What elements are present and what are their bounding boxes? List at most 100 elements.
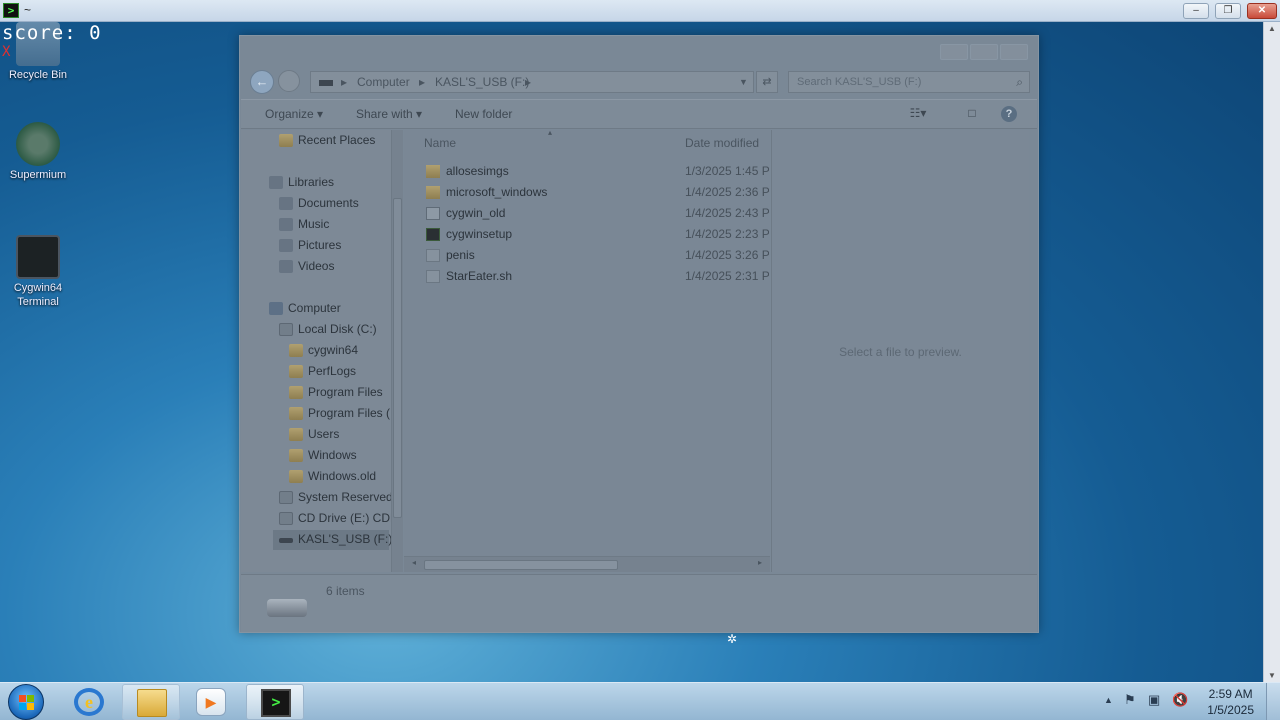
address-bar[interactable]: ▸ Computer ▸ KASL'S_USB (F:) ▸ ▼: [310, 71, 754, 93]
nav-windows-old[interactable]: Windows.old: [289, 467, 389, 487]
file-list: Name ▴ Date modified allosesimgs 1/3/2025…: [404, 128, 770, 572]
nav-users[interactable]: Users: [289, 425, 389, 445]
breadcrumb-separator-icon: ▸: [525, 75, 532, 89]
search-input[interactable]: Search KASL'S_USB (F:) ⌕: [788, 71, 1030, 93]
scroll-left-icon[interactable]: ◂: [412, 558, 416, 567]
column-date-modified[interactable]: Date modified: [685, 136, 759, 150]
cygwin-icon: >: [261, 689, 291, 717]
preview-pane: Select a file to preview.: [771, 130, 1029, 572]
blank-file-icon: [426, 270, 440, 283]
help-icon[interactable]: ?: [1001, 106, 1017, 122]
file-row[interactable]: microsoft_windows1/4/2025 2:36 PM: [424, 183, 769, 203]
taskbar-internet-explorer[interactable]: e: [60, 684, 118, 720]
scrollbar-thumb[interactable]: [393, 198, 402, 518]
scroll-down-icon[interactable]: ▼: [1268, 671, 1276, 680]
explorer-close-button[interactable]: [1000, 44, 1028, 60]
taskbar-media-player[interactable]: ▶: [182, 684, 240, 720]
file-row[interactable]: penis1/4/2025 3:26 PM: [424, 246, 769, 266]
close-button[interactable]: ✕: [1247, 3, 1277, 19]
usb-drive-icon: [267, 599, 307, 617]
nav-cygwin64[interactable]: cygwin64: [289, 341, 389, 361]
nav-windows[interactable]: Windows: [289, 446, 389, 466]
refresh-icon[interactable]: ⇄: [756, 71, 778, 93]
nav-videos[interactable]: Videos: [279, 257, 389, 277]
internet-explorer-icon: e: [74, 688, 104, 716]
taskbar-explorer[interactable]: [122, 684, 180, 720]
file-row[interactable]: cygwinsetup1/4/2025 2:23 PM: [424, 225, 769, 245]
media-player-icon: ▶: [196, 688, 226, 716]
desktop-icon-cygwin-terminal[interactable]: Cygwin64 Terminal: [1, 235, 75, 309]
command-bar: Organize ▾ Share with ▾ New folder ☷▾ □ …: [241, 99, 1037, 129]
navigation-scrollbar[interactable]: [391, 130, 403, 572]
forward-button[interactable]: [278, 70, 300, 92]
file-list-hscrollbar[interactable]: ◂ ▸: [404, 556, 770, 572]
supermium-icon: [16, 122, 60, 166]
libraries-icon: [269, 176, 283, 189]
windows-logo-icon: [19, 695, 35, 711]
nav-system-reserved[interactable]: System Reserved: [279, 488, 391, 508]
file-row[interactable]: allosesimgs1/3/2025 1:45 PM: [424, 162, 769, 182]
address-dropdown-icon[interactable]: ▼: [739, 77, 748, 87]
taskbar-cygwin-terminal[interactable]: >: [246, 684, 304, 720]
clock-date: 1/5/2025: [1207, 703, 1254, 717]
file-row[interactable]: StarEater.sh1/4/2025 2:31 PM: [424, 267, 769, 287]
show-hidden-icons-icon[interactable]: ▲: [1104, 695, 1113, 705]
address-row: ← ▸ Computer ▸ KASL'S_USB (F:) ▸ ▼ ⇄ Sea…: [248, 68, 1030, 96]
nav-music[interactable]: Music: [279, 215, 389, 235]
volume-muted-icon[interactable]: 🔇: [1172, 692, 1188, 708]
desktop-icon-label: Recycle Bin: [8, 69, 68, 81]
nav-recent-places[interactable]: Recent Places: [279, 131, 389, 151]
breadcrumb-usb[interactable]: KASL'S_USB (F:): [435, 75, 529, 89]
nav-local-disk[interactable]: Local Disk (C:): [279, 320, 389, 340]
explorer-maximize-button[interactable]: [970, 44, 998, 60]
column-name[interactable]: Name: [424, 136, 456, 150]
nav-program-files-x86[interactable]: Program Files (: [289, 404, 390, 424]
view-options-icon[interactable]: ☷▾: [909, 106, 927, 122]
share-with-button[interactable]: Share with ▾: [356, 107, 422, 121]
action-center-flag-icon[interactable]: ⚑: [1124, 692, 1136, 708]
nav-cd-drive[interactable]: CD Drive (E:) CDR: [279, 509, 391, 529]
folder-icon: [289, 365, 303, 378]
nav-program-files[interactable]: Program Files: [289, 383, 389, 403]
show-desktop-button[interactable]: [1266, 683, 1280, 720]
new-folder-button[interactable]: New folder: [455, 107, 512, 121]
system-tray: ▲ ⚑ ▣ 🔇 2:59 AM 1/5/2025: [1100, 683, 1280, 720]
explorer-minimize-button[interactable]: [940, 44, 968, 60]
status-bar: 6 items: [241, 574, 1037, 632]
cygwin-terminal-icon[interactable]: >: [3, 3, 19, 18]
scroll-right-icon[interactable]: ▸: [758, 558, 762, 567]
clock[interactable]: 2:59 AM 1/5/2025: [1207, 686, 1254, 718]
nav-usb-drive[interactable]: KASL'S_USB (F:): [273, 530, 391, 550]
nav-libraries[interactable]: Libraries: [269, 173, 389, 193]
back-button[interactable]: ←: [250, 70, 274, 94]
scroll-up-icon[interactable]: ▲: [1268, 24, 1276, 33]
file-row[interactable]: cygwin_old1/4/2025 2:43 PM: [424, 204, 769, 224]
videos-icon: [279, 260, 293, 273]
nav-pictures[interactable]: Pictures: [279, 236, 389, 256]
terminal-scrollbar[interactable]: ▲ ▼: [1263, 22, 1280, 682]
folder-icon: [289, 344, 303, 357]
computer-icon: [269, 302, 283, 315]
scrollbar-thumb[interactable]: [424, 560, 618, 570]
terminal-titlebar: > ~ – ❐ ✕: [0, 0, 1280, 22]
folder-icon: [137, 689, 167, 717]
document-icon: [426, 207, 440, 220]
start-button[interactable]: [8, 684, 44, 720]
nav-perflogs[interactable]: PerfLogs: [289, 362, 389, 382]
breadcrumb-computer[interactable]: Computer: [357, 75, 410, 89]
restore-button[interactable]: ❐: [1215, 3, 1241, 19]
search-icon: ⌕: [1016, 75, 1023, 89]
desktop-icon-supermium[interactable]: Supermium: [1, 122, 75, 182]
disk-icon: [279, 491, 293, 504]
preview-pane-icon[interactable]: □: [963, 106, 981, 122]
nav-documents[interactable]: Documents: [279, 194, 389, 214]
network-icon[interactable]: ▣: [1148, 692, 1160, 708]
folder-icon: [289, 428, 303, 441]
minimize-button[interactable]: –: [1183, 3, 1209, 19]
recent-places-icon: [279, 134, 293, 147]
organize-button[interactable]: Organize ▾: [265, 107, 323, 121]
nav-computer[interactable]: Computer: [269, 299, 389, 319]
navigation-pane: Recent Places Libraries Documents Music …: [241, 130, 391, 572]
item-count: 6 items: [326, 584, 365, 598]
score-display: score: 0: [2, 22, 102, 44]
